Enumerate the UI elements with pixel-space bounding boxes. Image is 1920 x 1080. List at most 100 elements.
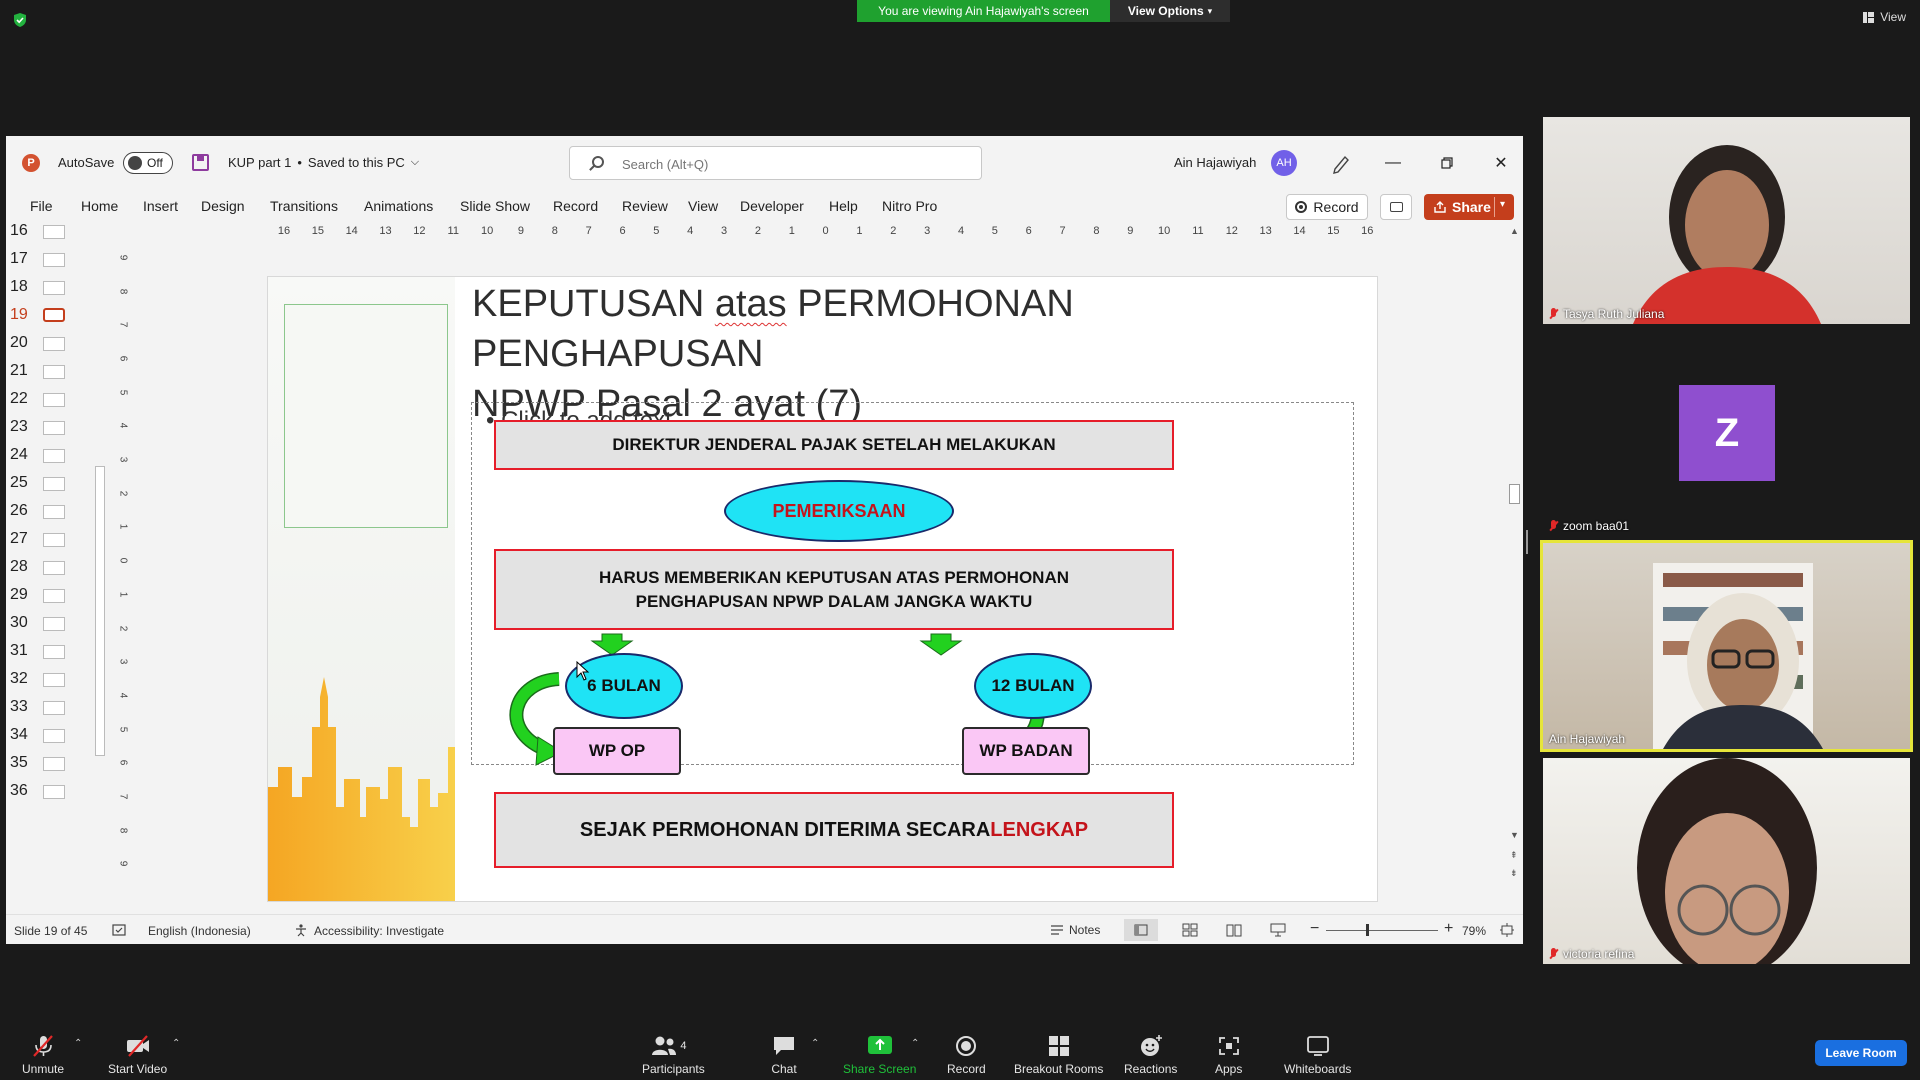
view-layout-button[interactable]: View (1863, 10, 1906, 24)
tab-nitro-pro[interactable]: Nitro Pro (882, 198, 937, 214)
minimize-icon[interactable]: — (1378, 150, 1408, 176)
tab-file[interactable]: File (30, 198, 53, 214)
participant-tile-ain-active-speaker[interactable]: Ain Hajawiyah (1540, 540, 1913, 752)
flow-box-direktur[interactable]: DIREKTUR JENDERAL PAJAK SETELAH MELAKUKA… (494, 420, 1174, 470)
tab-view[interactable]: View (688, 198, 718, 214)
chevron-down-icon[interactable]: ▾ (1500, 199, 1505, 210)
slide-thumbnail-32[interactable] (43, 673, 65, 687)
scrollbar-thumb[interactable] (1509, 484, 1520, 504)
editor-scrollbar[interactable]: ▲ ▼ ⇞ ⇟ (1506, 222, 1523, 914)
slide-thumbnail-25[interactable] (43, 477, 65, 491)
participant-tile-zoom-baa01[interactable]: Z zoom baa01 (1543, 330, 1910, 536)
next-slide-icon[interactable]: ⇟ (1510, 868, 1518, 879)
box-wp-badan[interactable]: WP BADAN (962, 727, 1090, 775)
participant-tile-tasya[interactable]: Tasya Ruth Juliana (1543, 117, 1910, 324)
autosave-toggle[interactable]: Off (123, 152, 173, 174)
box-wp-op[interactable]: WP OP (553, 727, 681, 775)
slide-thumbnail-36[interactable] (43, 785, 65, 799)
tab-design[interactable]: Design (201, 198, 245, 214)
whiteboards-button[interactable]: Whiteboards (1284, 1034, 1351, 1076)
slide-thumbnail-18[interactable] (43, 281, 65, 295)
slide-thumbnail-21[interactable] (43, 365, 65, 379)
apps-button[interactable]: Apps (1215, 1034, 1242, 1076)
participant-tile-victoria[interactable]: victoria refina (1543, 758, 1910, 964)
scrollbar-thumb[interactable] (95, 466, 105, 756)
tab-help[interactable]: Help (829, 198, 858, 214)
slideshow-icon[interactable] (1270, 923, 1286, 937)
file-name-dropdown[interactable]: KUP part 1 • Saved to this PC ⌵ (228, 155, 419, 170)
slide-panel-scrollbar[interactable] (93, 226, 105, 912)
slide-thumbnail-19[interactable] (43, 308, 65, 322)
flow-box-keputusan[interactable]: HARUS MEMBERIKAN KEPUTUSAN ATAS PERMOHON… (494, 549, 1174, 630)
unmute-button[interactable]: Unmute (22, 1034, 64, 1076)
shield-icon[interactable] (12, 12, 28, 28)
slide-sorter-icon[interactable] (1182, 923, 1198, 937)
normal-view-button[interactable] (1124, 919, 1158, 941)
record-button[interactable]: Record (1286, 194, 1368, 220)
spellcheck-icon[interactable] (112, 923, 126, 937)
notes-button[interactable]: Notes (1050, 923, 1100, 937)
slide-thumbnail-31[interactable] (43, 645, 65, 659)
audio-options-chevron-icon[interactable]: ⌃ (74, 1038, 82, 1049)
scroll-up-icon[interactable]: ▲ (1510, 226, 1519, 236)
tab-developer[interactable]: Developer (740, 198, 804, 214)
share-options-chevron-icon[interactable]: ⌃ (911, 1038, 919, 1049)
slide-thumbnail-30[interactable] (43, 617, 65, 631)
accessibility-status[interactable]: Accessibility: Investigate (314, 924, 444, 938)
search-box[interactable] (569, 146, 982, 180)
video-options-chevron-icon[interactable]: ⌃ (172, 1038, 180, 1049)
slide-thumbnail-29[interactable] (43, 589, 65, 603)
start-video-button[interactable]: Start Video (108, 1034, 167, 1076)
save-icon[interactable] (192, 154, 209, 171)
close-icon[interactable]: ✕ (1486, 150, 1516, 176)
tab-review[interactable]: Review (622, 198, 668, 214)
tab-slide-show[interactable]: Slide Show (460, 198, 530, 214)
user-avatar[interactable]: AH (1271, 150, 1297, 176)
tab-insert[interactable]: Insert (143, 198, 178, 214)
flow-box-sejak[interactable]: SEJAK PERMOHONAN DITERIMA SECARA LENGKAP (494, 792, 1174, 868)
participants-button[interactable]: 4 Participants (642, 1034, 705, 1076)
share-button[interactable]: Share ▾ (1424, 194, 1514, 220)
slide-thumbnail-16[interactable] (43, 225, 65, 239)
slide-thumbnail-35[interactable] (43, 757, 65, 771)
share-screen-button[interactable]: Share Screen (843, 1034, 916, 1076)
zoom-in-icon[interactable]: + (1444, 920, 1453, 938)
slide-thumbnail-33[interactable] (43, 701, 65, 715)
gallery-resize-handle[interactable] (1526, 530, 1528, 554)
restore-icon[interactable] (1432, 150, 1462, 176)
slide-thumbnail-34[interactable] (43, 729, 65, 743)
chat-button[interactable]: Chat (771, 1034, 797, 1076)
zoom-level[interactable]: 79% (1462, 924, 1486, 938)
zoom-slider-thumb[interactable] (1366, 924, 1369, 936)
language-status[interactable]: English (Indonesia) (148, 924, 251, 938)
slide-thumbnail-28[interactable] (43, 561, 65, 575)
chat-options-chevron-icon[interactable]: ⌃ (811, 1038, 819, 1049)
zoom-record-button[interactable]: Record (947, 1034, 986, 1076)
breakout-rooms-button[interactable]: Breakout Rooms (1014, 1034, 1103, 1076)
tab-record[interactable]: Record (553, 198, 598, 214)
oval-pemeriksaan[interactable]: PEMERIKSAAN (724, 480, 954, 542)
slide-canvas[interactable]: KEPUTUSAN atas PERMOHONAN PENGHAPUSAN NP… (267, 276, 1378, 902)
slide-thumbnail-24[interactable] (43, 449, 65, 463)
slide-thumbnail-23[interactable] (43, 421, 65, 435)
tab-animations[interactable]: Animations (364, 198, 433, 214)
zoom-slider[interactable] (1326, 930, 1438, 931)
slide-thumbnail-17[interactable] (43, 253, 65, 267)
slide-thumbnail-26[interactable] (43, 505, 65, 519)
zoom-out-icon[interactable]: − (1310, 920, 1319, 938)
tab-home[interactable]: Home (81, 198, 118, 214)
oval-12-bulan[interactable]: 12 BULAN (974, 653, 1092, 719)
reading-view-icon[interactable] (1226, 923, 1242, 937)
leave-room-button[interactable]: Leave Room (1815, 1040, 1907, 1066)
slide-thumbnail-20[interactable] (43, 337, 65, 351)
reactions-button[interactable]: Reactions (1124, 1034, 1177, 1076)
previous-slide-icon[interactable]: ⇞ (1510, 850, 1518, 861)
slide-thumbnail-27[interactable] (43, 533, 65, 547)
fit-slide-icon[interactable] (1500, 923, 1514, 937)
pen-icon[interactable] (1326, 150, 1356, 176)
slide-thumbnail-22[interactable] (43, 393, 65, 407)
comments-button[interactable] (1380, 194, 1412, 220)
search-input[interactable] (622, 154, 962, 174)
view-options-button[interactable]: View Options ▾ (1110, 0, 1230, 22)
scroll-down-icon[interactable]: ▼ (1510, 830, 1519, 840)
